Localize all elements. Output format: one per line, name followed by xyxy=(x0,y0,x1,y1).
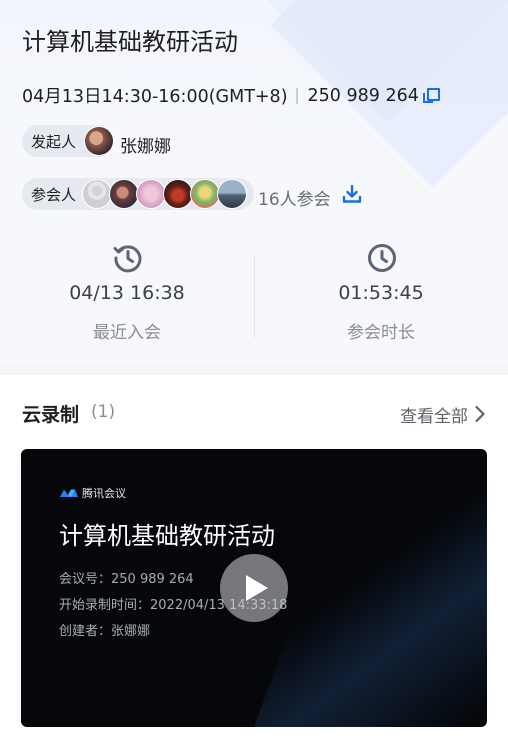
participants-label: 参会人 xyxy=(31,185,77,204)
meeting-title: 计算机基础教研活动 xyxy=(22,28,238,56)
avatar[interactable] xyxy=(190,179,220,209)
history-clock-icon xyxy=(113,245,142,273)
participant-count[interactable]: 16人参会 xyxy=(258,185,331,210)
participants-pill[interactable]: 参会人 xyxy=(22,178,254,210)
play-icon xyxy=(246,575,268,601)
avatar[interactable] xyxy=(109,179,139,209)
duration-value: 01:53:45 xyxy=(338,282,424,304)
host-label: 发起人 xyxy=(31,132,77,151)
avatar[interactable] xyxy=(82,179,112,209)
stat-duration: 01:53:45 参会时长 xyxy=(254,220,508,363)
avatar[interactable] xyxy=(217,179,247,209)
play-button[interactable] xyxy=(220,554,288,622)
view-all-link[interactable]: 查看全部 xyxy=(400,402,468,427)
video-meeting-id: 会议号：250 989 264 xyxy=(59,572,194,587)
video-title: 计算机基础教研活动 xyxy=(59,522,275,550)
avatar[interactable] xyxy=(163,179,193,209)
meeting-id: 250 989 264 xyxy=(307,85,419,106)
meeting-time: 04月13日14:30-16:00(GMT+8) xyxy=(22,87,288,107)
copy-icon[interactable] xyxy=(422,87,440,104)
duration-label: 参会时长 xyxy=(347,323,415,343)
divider xyxy=(295,87,298,104)
host-pill: 发起人 xyxy=(22,125,114,157)
video-creator: 创建者：张娜娜 xyxy=(59,624,151,639)
section-title: 云录制 xyxy=(21,400,80,427)
brand: 腾讯会议 xyxy=(59,485,126,501)
stat-last-join: 04/13 16:38 最近入会 xyxy=(0,220,254,363)
recording-count: (1) xyxy=(91,402,116,422)
clock-icon xyxy=(368,244,396,272)
meeting-info-row: 04月13日14:30-16:00(GMT+8) 250 989 264 xyxy=(22,83,440,108)
brand-name: 腾讯会议 xyxy=(82,487,126,500)
host-avatar[interactable] xyxy=(84,126,114,156)
host-name: 张娜娜 xyxy=(120,137,171,157)
section-title-text: 云录制 xyxy=(22,404,80,426)
tencent-meeting-logo-icon xyxy=(60,489,78,497)
download-icon[interactable] xyxy=(342,184,362,204)
last-join-label: 最近入会 xyxy=(93,323,161,343)
stats-divider xyxy=(254,256,255,338)
chevron-right-icon[interactable] xyxy=(474,404,486,424)
last-join-value: 04/13 16:38 xyxy=(69,282,185,304)
avatar[interactable] xyxy=(136,179,166,209)
participant-avatars[interactable] xyxy=(82,179,247,209)
recording-video-thumbnail[interactable]: 腾讯会议 计算机基础教研活动 会议号：250 989 264 开始录制时间：20… xyxy=(21,449,487,727)
